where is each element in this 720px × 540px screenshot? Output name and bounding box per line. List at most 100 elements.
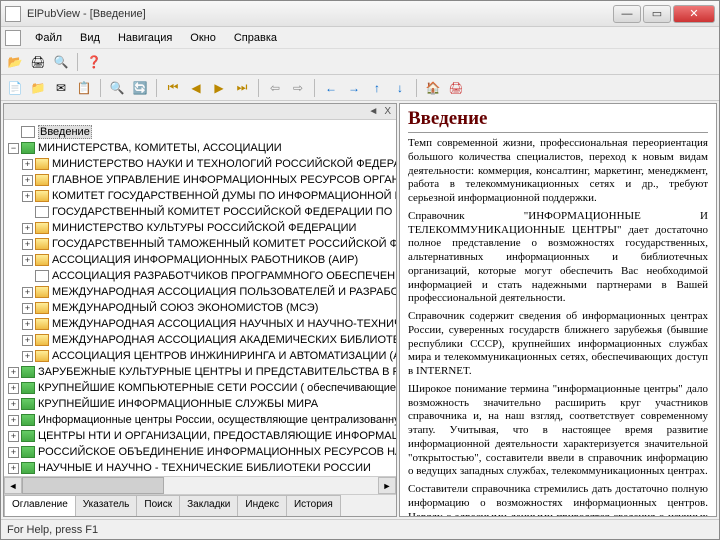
tree-node[interactable]: + Информационные центры России, осуществл… bbox=[6, 412, 394, 428]
menu-file[interactable]: Файл bbox=[27, 30, 70, 46]
tab-idx[interactable]: Индекс bbox=[237, 495, 287, 516]
menu-nav[interactable]: Навигация bbox=[110, 30, 180, 46]
tree-node[interactable]: +МИНИСТЕРСТВО НАУКИ И ТЕХНОЛОГИЙ РОССИЙС… bbox=[6, 156, 394, 172]
recent-icon[interactable]: 📋 bbox=[74, 78, 94, 98]
expand-icon[interactable]: + bbox=[22, 175, 33, 186]
expand-icon[interactable]: + bbox=[8, 431, 19, 442]
expand-icon[interactable]: + bbox=[22, 335, 33, 346]
tree-hscroll[interactable]: ◄ ► bbox=[4, 476, 396, 494]
tree-node[interactable]: +ГЛАВНОЕ УПРАВЛЕНИЕ ИНФОРМАЦИОННЫХ РЕСУР… bbox=[6, 172, 394, 188]
fwd-icon[interactable]: ⇨ bbox=[288, 78, 308, 98]
find-icon[interactable]: 🔍 bbox=[107, 78, 127, 98]
expand-icon[interactable]: + bbox=[22, 351, 33, 362]
arrow-up-icon[interactable]: ↑ bbox=[367, 78, 387, 98]
open-icon[interactable]: 📂 bbox=[5, 52, 25, 72]
nav-prev-icon[interactable]: ◀ bbox=[186, 78, 206, 98]
menu-view[interactable]: Вид bbox=[72, 30, 108, 46]
menubar: Файл Вид Навигация Окно Справка bbox=[1, 27, 719, 49]
expand-icon[interactable]: + bbox=[22, 319, 33, 330]
tree-node[interactable]: +ЦЕНТРЫ НТИ И ОРГАНИЗАЦИИ, ПРЕДОСТАВЛЯЮЩ… bbox=[6, 428, 394, 444]
print2-icon[interactable]: 🖨 bbox=[446, 78, 466, 98]
minimize-button[interactable]: — bbox=[613, 5, 641, 23]
tree-node[interactable]: +МЕЖДУНАРОДНАЯ АССОЦИАЦИЯ ПОЛЬЗОВАТЕЛЕЙ … bbox=[6, 284, 394, 300]
expand-icon[interactable]: + bbox=[22, 239, 33, 250]
scroll-right-icon[interactable]: ► bbox=[378, 477, 396, 494]
book-icon bbox=[21, 462, 35, 474]
scroll-left-icon[interactable]: ◄ bbox=[4, 477, 22, 494]
tree-node[interactable]: +МЕЖДУНАРОДНЫЙ СОЮЗ ЭКОНОМИСТОВ (МСЭ) bbox=[6, 300, 394, 316]
expand-icon[interactable]: + bbox=[22, 159, 33, 170]
tree-node[interactable]: +АССОЦИАЦИЯ ИНФОРМАЦИОННЫХ РАБОТНИКОВ (А… bbox=[6, 252, 394, 268]
tree-node[interactable]: +МЕЖДУНАРОДНАЯ АССОЦИАЦИЯ АКАДЕМИЧЕСКИХ … bbox=[6, 332, 394, 348]
print-icon[interactable]: 🖨 bbox=[28, 52, 48, 72]
expand-icon[interactable]: + bbox=[8, 463, 19, 474]
tab-history[interactable]: История bbox=[286, 495, 341, 516]
nav-last-icon[interactable]: ⏭ bbox=[232, 78, 252, 98]
folder-icon[interactable]: 📁 bbox=[28, 78, 48, 98]
scroll-thumb[interactable] bbox=[22, 477, 164, 494]
leftpane-close-icon[interactable]: X bbox=[381, 106, 394, 117]
menu-window[interactable]: Окно bbox=[182, 30, 224, 46]
book-icon bbox=[21, 446, 35, 458]
book-icon bbox=[21, 366, 35, 378]
expand-icon[interactable]: + bbox=[22, 255, 33, 266]
help-icon[interactable]: ❓ bbox=[84, 52, 104, 72]
arrow-down-icon[interactable]: ↓ bbox=[390, 78, 410, 98]
folder-icon bbox=[35, 238, 49, 250]
doc-para: Темп современной жизни, профессиональная… bbox=[408, 137, 708, 206]
toolbar-2: 📄 📁 ✉ 📋 🔍 🔄 ⏮ ◀ ▶ ⏭ ⇦ ⇨ ← → ↑ ↓ 🏠 🖨 bbox=[1, 75, 719, 101]
tree-node[interactable]: + ГОСУДАРСТВЕННЫЙ ТАМОЖЕННЫЙ КОМИТЕТ РОСС… bbox=[6, 236, 394, 252]
tree-node[interactable]: + МЕЖДУНАРОДНАЯ АССОЦИАЦИЯ НАУЧНЫХ И НАУЧ… bbox=[6, 316, 394, 332]
leftpane-collapse-icon[interactable]: ◄ bbox=[365, 106, 381, 117]
tree-node[interactable]: +АССОЦИАЦИЯ ЦЕНТРОВ ИНЖИНИРИНГА И АВТОМА… bbox=[6, 348, 394, 364]
refresh-icon[interactable]: 🔄 bbox=[130, 78, 150, 98]
tab-bookmarks[interactable]: Закладки bbox=[179, 495, 238, 516]
expand-icon[interactable]: + bbox=[8, 415, 19, 426]
expand-icon[interactable]: + bbox=[22, 287, 33, 298]
tree-node[interactable]: + МИНИСТЕРСТВО КУЛЬТУРЫ РОССИЙСКОЙ ФЕДЕРА… bbox=[6, 220, 394, 236]
back-icon[interactable]: ⇦ bbox=[265, 78, 285, 98]
expand-icon[interactable]: + bbox=[8, 367, 19, 378]
maximize-button[interactable]: ▭ bbox=[643, 5, 671, 23]
expand-icon[interactable]: + bbox=[8, 447, 19, 458]
left-pane: ◄ X Введение−МИНИСТЕРСТВА, КОМИТЕТЫ, АСС… bbox=[3, 103, 397, 517]
document-view[interactable]: Введение Темп современной жизни, професс… bbox=[399, 103, 717, 517]
scroll-track[interactable] bbox=[22, 477, 378, 494]
expand-icon[interactable]: + bbox=[22, 191, 33, 202]
expand-icon[interactable]: + bbox=[8, 383, 19, 394]
tree-node[interactable]: +ЗАРУБЕЖНЫЕ КУЛЬТУРНЫЕ ЦЕНТРЫ И ПРЕДСТАВ… bbox=[6, 364, 394, 380]
tree-label: ГОСУДАРСТВЕННЫЙ ТАМОЖЕННЫЙ КОМИТЕТ РОССИ… bbox=[52, 238, 396, 250]
tree-node[interactable]: +КОМИТЕТ ГОСУДАРСТВЕННОЙ ДУМЫ ПО ИНФОРМА… bbox=[6, 188, 394, 204]
close-button[interactable]: ✕ bbox=[673, 5, 715, 23]
tree-label: МИНИСТЕРСТВО КУЛЬТУРЫ РОССИЙСКОЙ ФЕДЕРАЦ… bbox=[52, 222, 356, 234]
tree-node[interactable]: АССОЦИАЦИЯ РАЗРАБОТЧИКОВ ПРОГРАММНОГО ОБ… bbox=[6, 268, 394, 284]
tree-label: МЕЖДУНАРОДНАЯ АССОЦИАЦИЯ НАУЧНЫХ И НАУЧН… bbox=[52, 318, 396, 330]
tab-index[interactable]: Указатель bbox=[75, 495, 138, 516]
preview-icon[interactable]: 🔍 bbox=[51, 52, 71, 72]
tree-node[interactable]: +КРУПНЕЙШИЕ КОМПЬЮТЕРНЫЕ СЕТИ РОССИИ ( о… bbox=[6, 380, 394, 396]
expand-icon[interactable]: + bbox=[22, 223, 33, 234]
page-icon bbox=[35, 206, 49, 218]
tab-contents[interactable]: Оглавление bbox=[4, 495, 76, 516]
tree-node[interactable]: +РОССИЙСКОЕ ОБЪЕДИНЕНИЕ ИНФОРМАЦИОННЫХ Р… bbox=[6, 444, 394, 460]
nav-first-icon[interactable]: ⏮ bbox=[163, 78, 183, 98]
expand-icon[interactable]: + bbox=[8, 399, 19, 410]
mail-icon[interactable]: ✉ bbox=[51, 78, 71, 98]
arrow-left-icon[interactable]: ← bbox=[321, 78, 341, 98]
new-icon[interactable]: 📄 bbox=[5, 78, 25, 98]
tree-node[interactable]: +НАУЧНЫЕ И НАУЧНО - ТЕХНИЧЕСКИЕ БИБЛИОТЕ… bbox=[6, 460, 394, 476]
menu-help[interactable]: Справка bbox=[226, 30, 285, 46]
tree-view[interactable]: Введение−МИНИСТЕРСТВА, КОМИТЕТЫ, АССОЦИА… bbox=[4, 120, 396, 476]
home-icon[interactable]: 🏠 bbox=[423, 78, 443, 98]
arrow-right-icon[interactable]: → bbox=[344, 78, 364, 98]
expand-icon[interactable]: − bbox=[8, 143, 19, 154]
tab-search[interactable]: Поиск bbox=[136, 495, 180, 516]
tree-label: Информационные центры России, осуществля… bbox=[38, 414, 396, 426]
tree-node[interactable]: Введение bbox=[6, 124, 394, 140]
mdi-doc-icon[interactable] bbox=[5, 30, 21, 46]
tree-node[interactable]: ГОСУДАРСТВЕННЫЙ КОМИТЕТ РОССИЙСКОЙ ФЕДЕР… bbox=[6, 204, 394, 220]
nav-next-icon[interactable]: ▶ bbox=[209, 78, 229, 98]
expand-icon[interactable]: + bbox=[22, 303, 33, 314]
tree-node[interactable]: +КРУПНЕЙШИЕ ИНФОРМАЦИОННЫЕ СЛУЖБЫ МИРА bbox=[6, 396, 394, 412]
tree-node[interactable]: −МИНИСТЕРСТВА, КОМИТЕТЫ, АССОЦИАЦИИ bbox=[6, 140, 394, 156]
